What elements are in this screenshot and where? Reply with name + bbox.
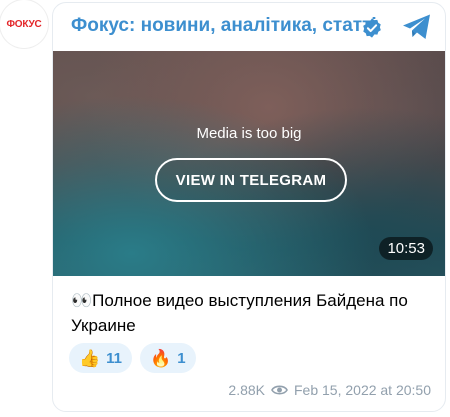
- reaction-thumbs-up[interactable]: 👍 11: [69, 343, 133, 373]
- post-date[interactable]: Feb 15, 2022 at 20:50: [294, 382, 431, 398]
- view-count: 2.88K: [228, 382, 265, 398]
- fire-icon: 🔥: [150, 348, 172, 368]
- avatar-logo-text: ФОКУС: [6, 18, 42, 30]
- reactions-bar: 👍 11 🔥 1: [69, 343, 196, 373]
- telegram-icon[interactable]: [401, 12, 433, 42]
- eye-icon: [271, 385, 288, 395]
- channel-avatar[interactable]: ФОКУС: [0, 0, 48, 48]
- thumbs-up-icon: 👍: [79, 348, 101, 368]
- message-header: Фокус: новини, аналітика, статті: [53, 3, 445, 49]
- verified-badge-icon: [363, 18, 381, 38]
- message-meta: 2.88K Feb 15, 2022 at 20:50: [228, 382, 431, 398]
- message-card: Фокус: новини, аналітика, статті Media i…: [52, 2, 446, 412]
- message-text: 👀Полное видео выступления Байдена по Укр…: [71, 291, 408, 335]
- media-too-big-note: Media is too big: [196, 125, 302, 142]
- video-media[interactable]: Media is too big VIEW IN TELEGRAM 10:53: [53, 51, 445, 276]
- reaction-fire[interactable]: 🔥 1: [140, 343, 196, 373]
- channel-title[interactable]: Фокус: новини, аналітика, статті: [71, 15, 377, 37]
- view-in-telegram-button[interactable]: VIEW IN TELEGRAM: [155, 158, 347, 202]
- reaction-count: 11: [106, 349, 123, 367]
- video-duration-badge: 10:53: [379, 237, 433, 260]
- reaction-count: 1: [177, 349, 186, 367]
